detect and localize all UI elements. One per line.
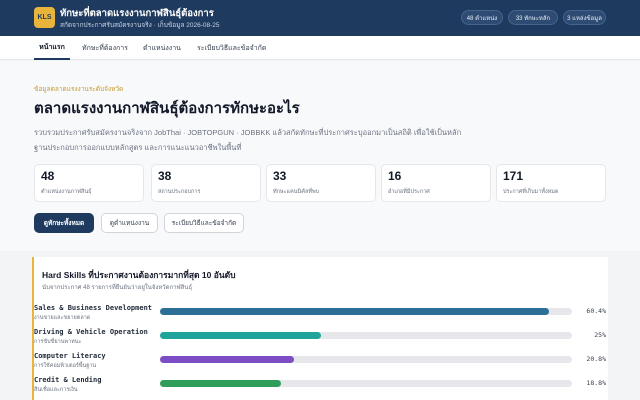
app-title: ทักษะที่ตลาดแรงงานกาฬสินธุ์ต้องการ bbox=[60, 8, 214, 19]
stat-label: ประกาศที่เก็บมาทั้งหมด bbox=[503, 189, 559, 195]
skill-percent: 25% bbox=[594, 331, 606, 339]
skill-name: Computer Literacy bbox=[34, 352, 106, 360]
stat-card-districts: 16 อำเภอที่มีประกาศ bbox=[381, 164, 491, 202]
logo: KLS bbox=[34, 7, 55, 28]
stat-value: 33 bbox=[273, 169, 287, 183]
stat-label: อำเภอที่มีประกาศ bbox=[388, 189, 430, 195]
app-subtitle: สกัดจากประกาศรับสมัครงานจริง · เก็บข้อมู… bbox=[60, 22, 220, 29]
skill-bar-fill bbox=[160, 332, 321, 339]
eyebrow-label: ข้อมูลตลาดแรงงานระดับจังหวัด bbox=[34, 86, 124, 93]
stat-card-total: 171 ประกาศที่เก็บมาทั้งหมด bbox=[496, 164, 606, 202]
skill-percent: 60.4% bbox=[586, 307, 606, 315]
tab-skills[interactable]: ทักษะที่ต้องการ bbox=[82, 36, 128, 60]
tab-methodology[interactable]: ระเบียบวิธีและข้อจำกัด bbox=[197, 36, 266, 60]
stat-value: 16 bbox=[388, 169, 402, 183]
page-title: ตลาดแรงงานกาฬสินธุ์ต้องการทักษะอะไร bbox=[34, 100, 300, 117]
skill-bar-fill bbox=[160, 308, 549, 315]
skills-badge: 33 ทักษะหลัก bbox=[508, 10, 558, 25]
stat-value: 171 bbox=[503, 169, 524, 183]
stat-card-positions: 48 ตำแหน่งงานกาฬสินธุ์ bbox=[34, 164, 144, 202]
skill-name: Driving & Vehicle Operation bbox=[34, 328, 148, 336]
skill-name: Sales & Business Development bbox=[34, 304, 153, 312]
skill-name-thai: การขับขี่ยานพาหนะ bbox=[34, 339, 82, 345]
skill-bar-track bbox=[160, 332, 572, 339]
stat-card-employers: 38 สถานประกอบการ bbox=[151, 164, 261, 202]
main-nav: หน้าแรก ทักษะที่ต้องการ ตำแหน่งงาน ระเบี… bbox=[0, 36, 640, 60]
stat-value: 48 bbox=[41, 169, 55, 183]
sources-badge: 3 แหล่งข้อมูล bbox=[563, 10, 606, 25]
skill-name: Credit & Lending bbox=[34, 376, 102, 384]
skill-bar-fill bbox=[160, 356, 294, 363]
tab-jobs[interactable]: ตำแหน่งงาน bbox=[143, 36, 181, 60]
skill-percent: 18.8% bbox=[586, 379, 606, 387]
skill-bar-fill bbox=[160, 380, 282, 387]
stat-label: สถานประกอบการ bbox=[158, 189, 201, 195]
skill-name-thai: การใช้คอมพิวเตอร์พื้นฐาน bbox=[34, 363, 97, 369]
section-subtitle: นับจากประกาศ 48 รายการที่ยืนยันว่าอยู่ใน… bbox=[42, 285, 193, 291]
skill-name-thai: สินเชื่อและการเงิน bbox=[34, 387, 78, 393]
skill-bar-track bbox=[160, 356, 572, 363]
methodology-button[interactable]: ระเบียบวิธีและข้อจำกัด bbox=[164, 213, 244, 233]
stat-value: 38 bbox=[158, 169, 172, 183]
skill-bar-track bbox=[160, 308, 572, 315]
app-header: KLS ทักษะที่ตลาดแรงงานกาฬสินธุ์ต้องการ ส… bbox=[0, 0, 640, 36]
view-all-skills-button[interactable]: ดูทักษะทั้งหมด bbox=[34, 213, 94, 233]
stat-card-skills: 33 ทักษะแคนนิคัลที่พบ bbox=[266, 164, 376, 202]
stat-label: ตำแหน่งงานกาฬสินธุ์ bbox=[41, 189, 92, 195]
page-description: รวบรวมประกาศรับสมัครงานจริงจาก JobThai ·… bbox=[34, 128, 462, 152]
skill-name-thai: งานขายและขยายตลาด bbox=[34, 315, 91, 321]
skill-percent: 20.8% bbox=[586, 355, 606, 363]
tab-home[interactable]: หน้าแรก bbox=[34, 36, 70, 60]
view-jobs-button[interactable]: ดูตำแหน่งงาน bbox=[101, 213, 158, 233]
skill-bar-track bbox=[160, 380, 572, 387]
section-title: Hard Skills ที่ประกาศงานต้องการมากที่สุด… bbox=[42, 270, 236, 280]
stat-label: ทักษะแคนนิคัลที่พบ bbox=[273, 189, 320, 195]
positions-badge: 48 ตำแหน่ง bbox=[461, 10, 503, 25]
